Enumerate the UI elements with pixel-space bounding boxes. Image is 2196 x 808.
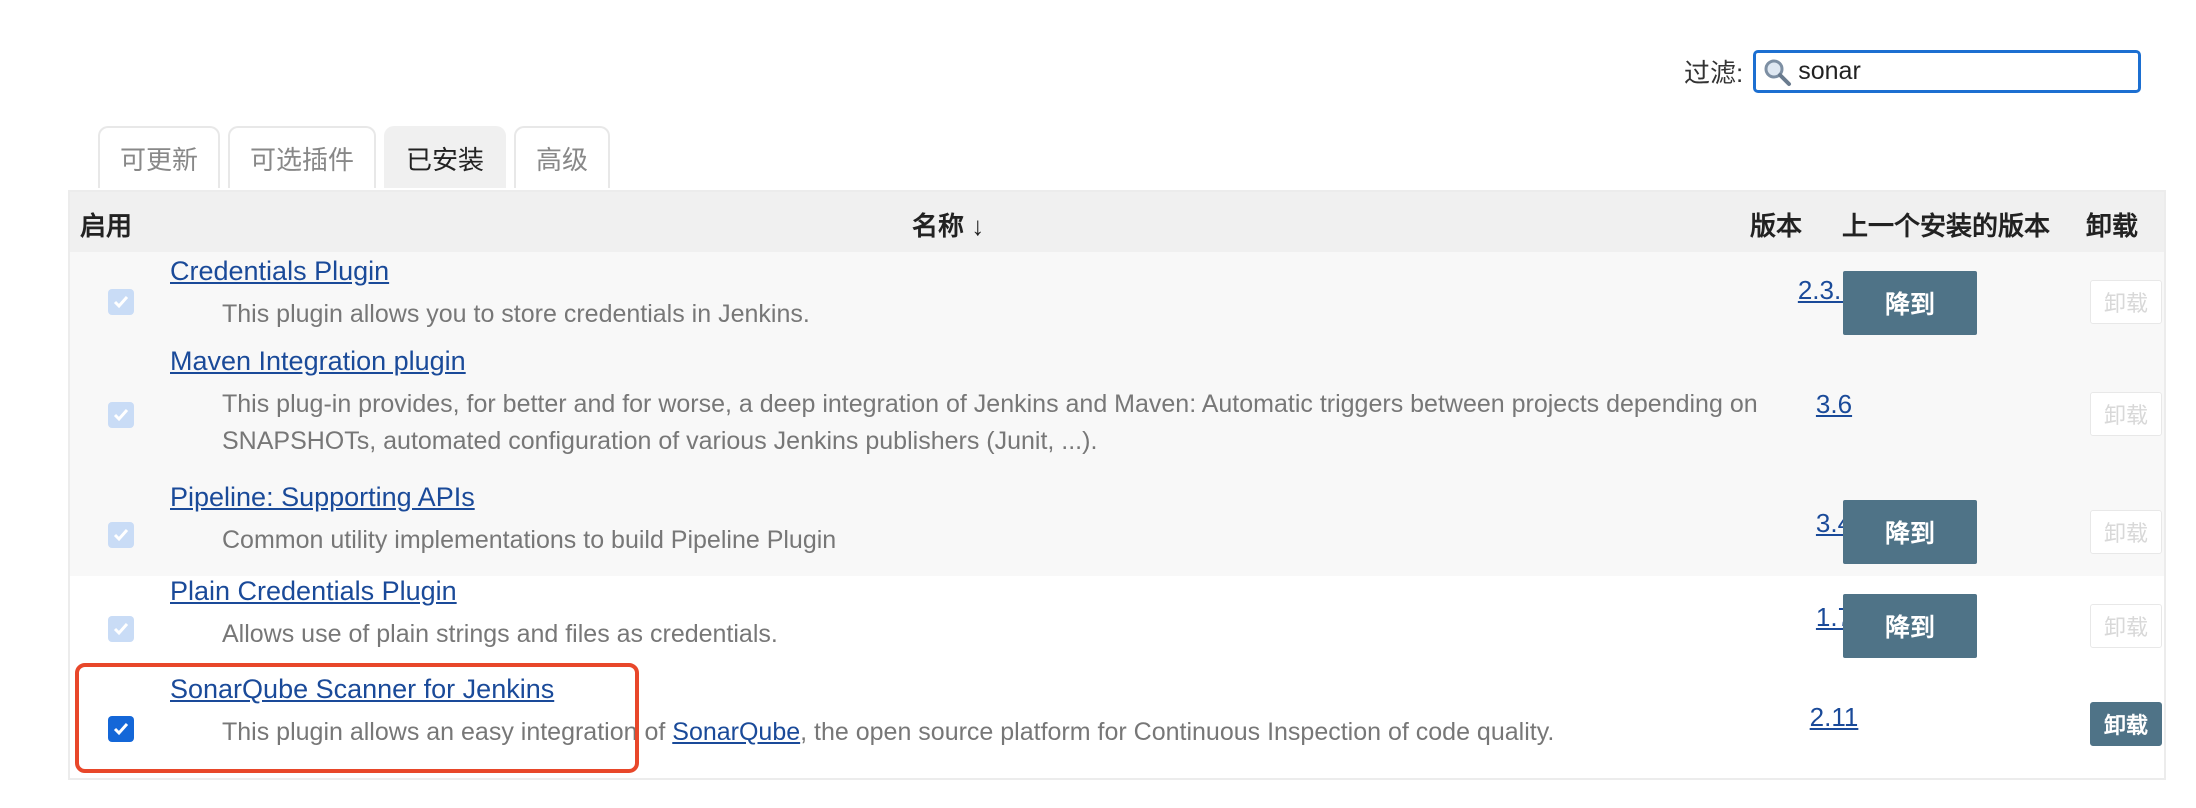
table-row: SonarQube Scanner for Jenkins This plugi… — [70, 674, 2164, 778]
plugin-tabs: 可更新 可选插件 已安装 高级 — [98, 126, 618, 188]
header-previous-version: 上一个安装的版本 — [1842, 211, 2051, 241]
search-icon — [1760, 55, 1794, 89]
plugin-name-link[interactable]: Credentials Plugin — [170, 256, 389, 287]
downgrade-button[interactable]: 降到 — [1843, 594, 1977, 658]
description-text: This plugin allows an easy integration o… — [222, 718, 673, 746]
uninstall-button[interactable]: 卸载 — [2090, 392, 2162, 436]
plugin-name-link[interactable]: Plain Credentials Plugin — [170, 576, 457, 607]
plugin-name-link[interactable]: Maven Integration plugin — [170, 346, 466, 377]
plugin-name-link[interactable]: Pipeline: Supporting APIs — [170, 482, 475, 513]
enable-checkbox[interactable] — [108, 289, 134, 315]
enable-checkbox[interactable] — [108, 522, 134, 548]
plugin-version-link[interactable]: 2.11 — [1784, 702, 1884, 733]
installed-plugins-table: 启用 名称 ↓ 版本 上一个安装的版本 卸载 Credentials Plugi… — [68, 190, 2166, 780]
header-name[interactable]: 名称 ↓ — [912, 206, 984, 243]
filter-bar: 过滤: — [1684, 50, 2142, 93]
table-header: 启用 名称 ↓ 版本 上一个安装的版本 卸载 — [70, 192, 2164, 252]
tab-installed[interactable]: 已安装 — [384, 126, 506, 188]
plugin-name-link[interactable]: SonarQube Scanner for Jenkins — [170, 674, 554, 705]
table-row: Plain Credentials Plugin Allows use of p… — [70, 576, 2164, 674]
uninstall-button[interactable]: 卸载 — [2090, 280, 2162, 324]
plugin-version-link[interactable]: 3.6 — [1784, 389, 1884, 420]
filter-input-box[interactable] — [1753, 50, 2142, 93]
sonarqube-link[interactable]: SonarQube — [672, 718, 800, 746]
filter-label: 过滤: — [1684, 58, 1744, 88]
plugin-description: Allows use of plain strings and files as… — [222, 620, 778, 648]
description-text: , the open source platform for Continuou… — [800, 718, 1555, 746]
tab-updates[interactable]: 可更新 — [98, 126, 220, 188]
uninstall-button[interactable]: 卸载 — [2090, 604, 2162, 648]
filter-input[interactable] — [1794, 57, 2129, 86]
downgrade-button[interactable]: 降到 — [1843, 500, 1977, 564]
plugin-description: This plugin allows you to store credenti… — [222, 300, 810, 328]
enable-checkbox[interactable] — [108, 716, 134, 742]
plugin-description: This plugin allows an easy integration o… — [222, 714, 1762, 751]
enable-checkbox[interactable] — [108, 616, 134, 642]
header-enabled: 启用 — [80, 211, 133, 241]
header-version[interactable]: 版本 — [1750, 206, 1802, 243]
enable-checkbox[interactable] — [108, 402, 134, 428]
downgrade-button[interactable]: 降到 — [1843, 271, 1977, 335]
plugin-description: Common utility implementations to build … — [222, 526, 837, 554]
table-row: Maven Integration plugin This plug-in pr… — [70, 346, 2164, 482]
plugin-description: This plug-in provides, for better and fo… — [222, 390, 1758, 455]
table-row: Credentials Plugin This plugin allows yo… — [70, 252, 2164, 346]
table-row: Pipeline: Supporting APIs Common utility… — [70, 482, 2164, 576]
tab-advanced[interactable]: 高级 — [514, 126, 610, 188]
header-uninstall: 卸载 — [2086, 211, 2139, 241]
uninstall-button[interactable]: 卸载 — [2090, 702, 2162, 746]
tab-available[interactable]: 可选插件 — [228, 126, 376, 188]
uninstall-button[interactable]: 卸载 — [2090, 510, 2162, 554]
